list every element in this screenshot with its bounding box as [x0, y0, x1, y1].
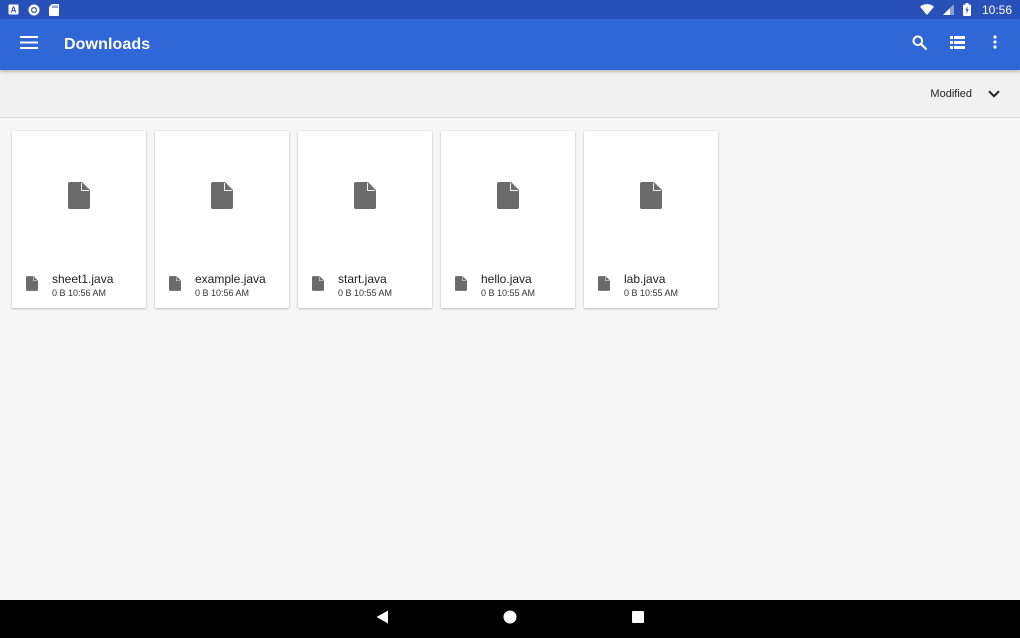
- document-icon: [211, 182, 233, 214]
- home-icon: [503, 610, 517, 629]
- navigation-bar: [0, 600, 1020, 638]
- file-thumbnail: [155, 131, 289, 265]
- file-card[interactable]: example.java 0 B 10:56 AM: [155, 131, 289, 308]
- file-type-icon: [298, 271, 338, 291]
- app-bar-actions: [900, 19, 1020, 70]
- status-bar-right: 10:56: [919, 2, 1012, 17]
- document-icon: [354, 182, 376, 214]
- chevron-down-icon: [988, 85, 1000, 103]
- file-card[interactable]: sheet1.java 0 B 10:56 AM: [12, 131, 146, 308]
- file-meta: 0 B 10:56 AM: [195, 288, 250, 298]
- downloads-screen: A 10:56 Downloads Modified sheet1.java 0…: [0, 0, 1020, 638]
- sd-card-icon: [49, 3, 59, 16]
- file-thumbnail: [12, 131, 146, 265]
- search-button[interactable]: [900, 19, 938, 70]
- battery-icon: [962, 3, 971, 16]
- file-card-text: lab.java 0 B 10:55 AM: [624, 271, 678, 299]
- file-card-text: sheet1.java 0 B 10:56 AM: [52, 271, 113, 299]
- file-card-footer: example.java 0 B 10:56 AM: [155, 271, 289, 305]
- document-icon: [68, 182, 90, 214]
- file-grid: sheet1.java 0 B 10:56 AM example.java 0 …: [12, 131, 718, 308]
- file-meta: 0 B 10:55 AM: [624, 288, 679, 298]
- document-icon: [640, 182, 662, 214]
- file-type-icon: [155, 271, 195, 291]
- menu-button[interactable]: [0, 19, 58, 70]
- more-vert-icon: [993, 35, 997, 54]
- svg-text:A: A: [11, 6, 17, 15]
- file-name: sheet1.java: [52, 272, 114, 286]
- status-bar: A 10:56: [0, 0, 1020, 19]
- file-type-icon: [441, 271, 481, 291]
- status-bar-left: A: [8, 3, 59, 16]
- list-view-button[interactable]: [938, 19, 976, 70]
- app-bar: Downloads: [0, 19, 1020, 70]
- file-card-text: example.java 0 B 10:56 AM: [195, 271, 266, 299]
- document-icon: [497, 182, 519, 214]
- menu-icon: [20, 35, 38, 54]
- file-type-icon: [12, 271, 52, 291]
- file-thumbnail: [441, 131, 575, 265]
- file-name: hello.java: [481, 272, 532, 286]
- file-card[interactable]: hello.java 0 B 10:55 AM: [441, 131, 575, 308]
- file-meta: 0 B 10:55 AM: [481, 288, 536, 298]
- file-thumbnail: [584, 131, 718, 265]
- file-card-footer: hello.java 0 B 10:55 AM: [441, 271, 575, 305]
- recents-icon: [632, 610, 644, 628]
- file-card-text: hello.java 0 B 10:55 AM: [481, 271, 535, 299]
- sort-dropdown-label[interactable]: Modified: [930, 88, 972, 100]
- back-button[interactable]: [370, 607, 394, 631]
- file-type-icon: [584, 271, 624, 291]
- back-icon: [376, 610, 389, 629]
- file-thumbnail: [298, 131, 432, 265]
- file-card-footer: lab.java 0 B 10:55 AM: [584, 271, 718, 305]
- file-card-text: start.java 0 B 10:55 AM: [338, 271, 392, 299]
- wifi-icon: [919, 4, 934, 15]
- sort-bar: Modified: [0, 70, 1020, 118]
- list-view-icon: [949, 35, 965, 54]
- home-button[interactable]: [498, 607, 522, 631]
- recents-button[interactable]: [626, 607, 650, 631]
- file-name: lab.java: [624, 272, 666, 286]
- status-time: 10:56: [981, 2, 1012, 17]
- sort-dropdown-button[interactable]: [982, 82, 1006, 106]
- file-meta: 0 B 10:55 AM: [338, 288, 393, 298]
- more-options-button[interactable]: [976, 19, 1014, 70]
- file-card-footer: sheet1.java 0 B 10:56 AM: [12, 271, 146, 305]
- file-card[interactable]: lab.java 0 B 10:55 AM: [584, 131, 718, 308]
- search-icon: [912, 35, 927, 55]
- file-card-footer: start.java 0 B 10:55 AM: [298, 271, 432, 305]
- file-meta: 0 B 10:56 AM: [52, 288, 107, 298]
- circle-notification-icon: [28, 4, 40, 16]
- signal-icon: [942, 4, 954, 15]
- file-name: example.java: [195, 272, 266, 286]
- a-badge-icon: A: [8, 4, 19, 15]
- file-card[interactable]: start.java 0 B 10:55 AM: [298, 131, 432, 308]
- page-title: Downloads: [64, 35, 151, 53]
- file-name: start.java: [338, 272, 387, 286]
